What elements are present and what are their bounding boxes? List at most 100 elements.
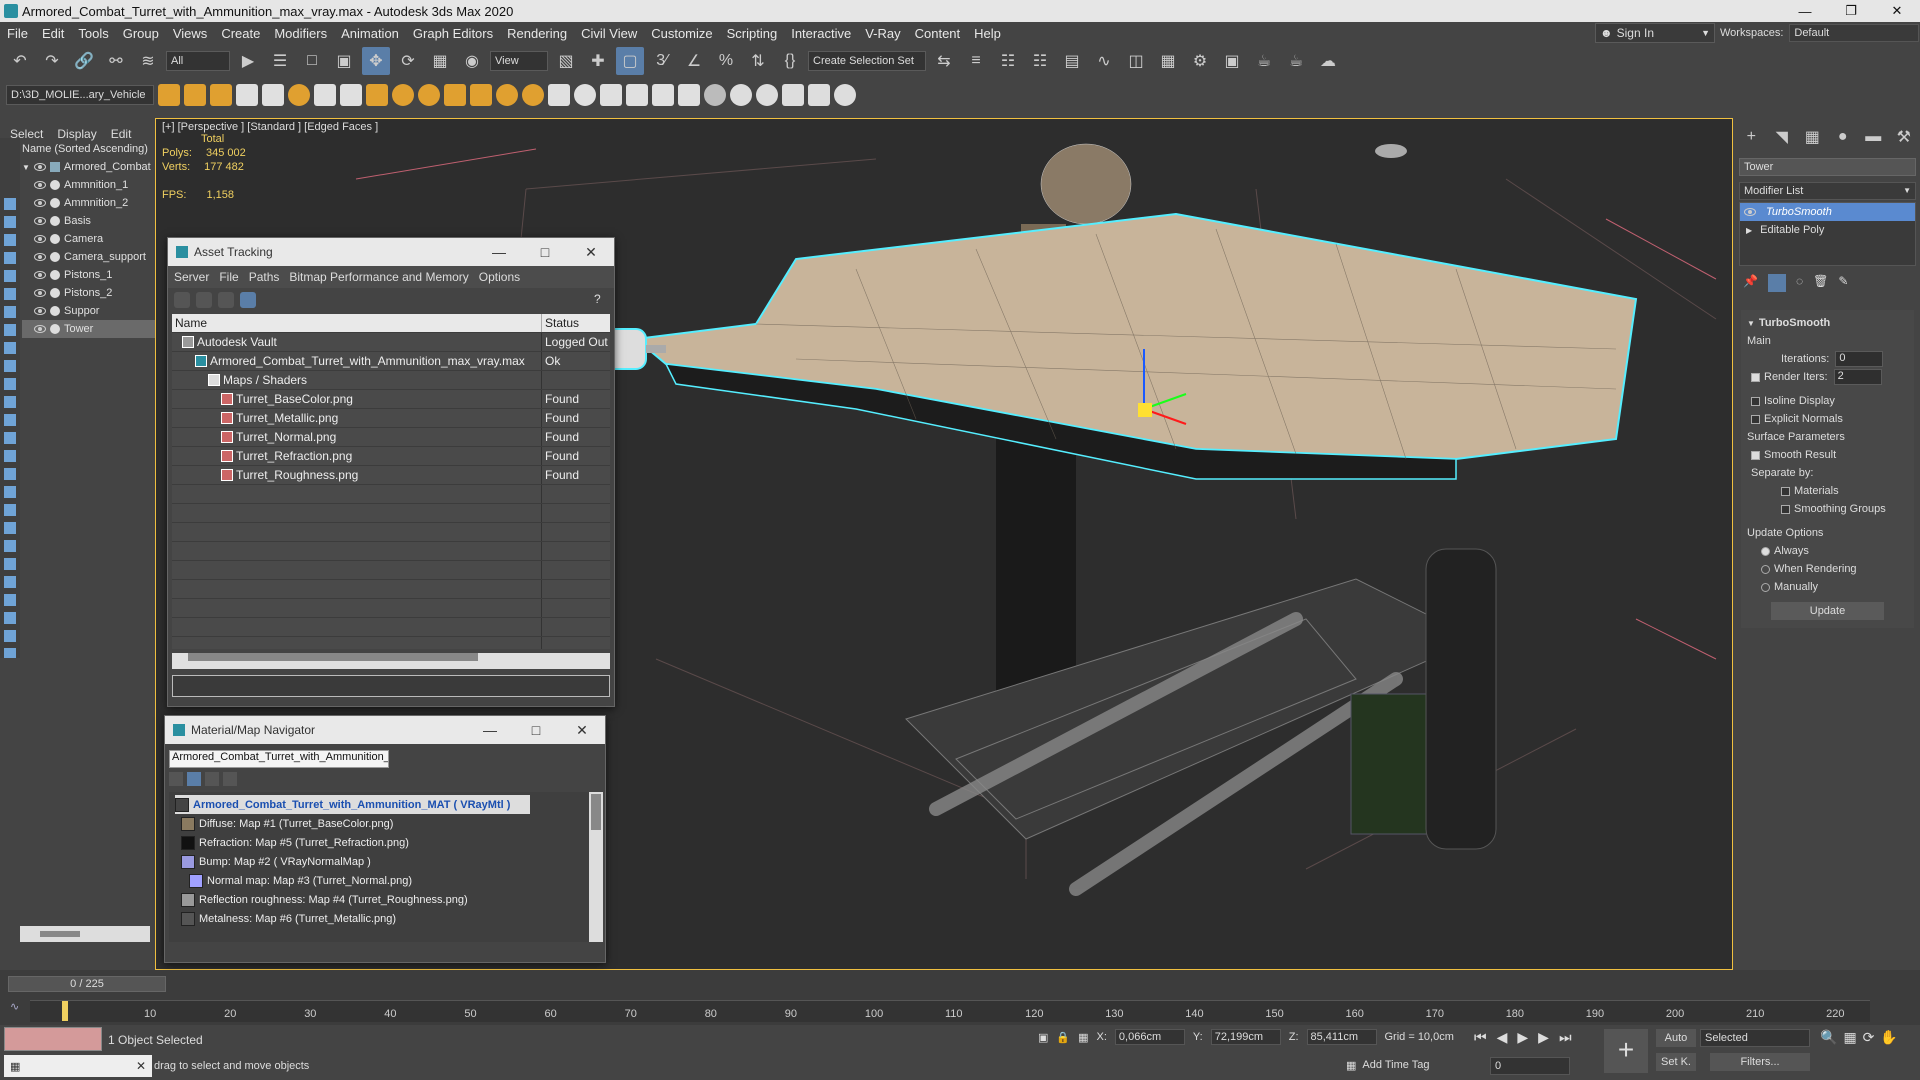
material-map-item[interactable]: Refraction: Map #5 (Turret_Refraction.pn…: [175, 833, 583, 852]
vray-sun-light-icon[interactable]: [496, 84, 518, 106]
list-icons-view-icon[interactable]: [187, 772, 201, 786]
maxscript-mini-listener[interactable]: ▦ ✕: [4, 1055, 152, 1077]
at-menu-paths[interactable]: Paths: [249, 270, 280, 284]
layer-explorer-icon[interactable]: ☷: [1026, 47, 1054, 75]
eye-icon[interactable]: [34, 181, 46, 189]
material-map-item[interactable]: Metalness: Map #6 (Turret_Metallic.png): [175, 909, 583, 928]
current-frame-marker[interactable]: [62, 1001, 68, 1021]
menu-vray[interactable]: V-Ray: [858, 26, 907, 41]
menu-group[interactable]: Group: [116, 26, 166, 41]
eye-icon[interactable]: [33, 163, 46, 171]
small-icons-view-icon[interactable]: [205, 772, 219, 786]
at-menu-server[interactable]: Server: [174, 270, 209, 284]
manually-radio[interactable]: [1761, 582, 1770, 592]
scene-item[interactable]: Camera: [22, 230, 155, 248]
motion-tab-icon[interactable]: ●: [1833, 126, 1854, 148]
vray-sky-icon[interactable]: [522, 84, 544, 106]
maximize-button[interactable]: □: [522, 244, 568, 261]
vray-sun-icon[interactable]: [184, 84, 206, 106]
materials-checkbox[interactable]: [1781, 486, 1790, 496]
material-map-item[interactable]: Normal map: Map #3 (Turret_Normal.png): [175, 871, 583, 890]
when-rendering-radio[interactable]: [1761, 564, 1770, 574]
vray-instancer-icon[interactable]: [600, 84, 622, 106]
render-iters-spinner[interactable]: 2: [1833, 369, 1882, 385]
col-name[interactable]: Name: [172, 314, 542, 332]
vray-scatter-icon[interactable]: [652, 84, 674, 106]
z-coord-field[interactable]: 85,411cm: [1306, 1029, 1377, 1045]
spinner-snap-icon[interactable]: ⇅: [744, 47, 772, 75]
vray-spot-icon[interactable]: [470, 84, 492, 106]
iterations-spinner[interactable]: 0: [1835, 351, 1884, 367]
stack-item-editable-poly[interactable]: ▶ Editable Poly: [1740, 221, 1915, 239]
menu-graph-editors[interactable]: Graph Editors: [406, 26, 500, 41]
previous-frame-icon[interactable]: ◀: [1497, 1029, 1508, 1046]
scene-item[interactable]: Ammnition_2: [22, 194, 155, 212]
view-mode-icon[interactable]: [174, 292, 190, 308]
material-name-field[interactable]: Armored_Combat_Turret_with_Ammunition_N: [169, 750, 389, 768]
absolute-mode-icon[interactable]: ▦: [1078, 1031, 1088, 1044]
menu-views[interactable]: Views: [166, 26, 214, 41]
material-map-item[interactable]: Diffuse: Map #1 (Turret_BaseColor.png): [175, 814, 583, 833]
eye-icon[interactable]: [34, 217, 46, 225]
lock-icon[interactable]: 🔒: [1056, 1031, 1070, 1044]
manipulate-icon[interactable]: ✚: [584, 47, 612, 75]
material-sphere-icon[interactable]: [704, 84, 726, 106]
vray-fur-icon[interactable]: [574, 84, 596, 106]
pin-stack-icon[interactable]: 📌: [1743, 274, 1758, 292]
key-filter-dropdown[interactable]: Selected: [1700, 1029, 1810, 1047]
at-menu-options[interactable]: Options: [479, 270, 520, 284]
material-map-item[interactable]: Reflection roughness: Map #4 (Turret_Rou…: [175, 890, 583, 909]
eye-icon[interactable]: [34, 253, 46, 261]
eye-icon[interactable]: [1744, 208, 1756, 216]
viewport-label[interactable]: [+] [Perspective ] [Standard ] [Edged Fa…: [162, 121, 378, 133]
y-coord-field[interactable]: 72,199cm: [1210, 1029, 1281, 1045]
material-map-item[interactable]: Bump: Map #2 ( VRayNormalMap ): [175, 852, 583, 871]
select-move-icon[interactable]: ✥: [362, 47, 390, 75]
configure-sets-icon[interactable]: ✎: [1838, 274, 1848, 292]
vray-mesh-light-icon[interactable]: [444, 84, 466, 106]
curve-editor-mini-icon[interactable]: ∿: [10, 1000, 19, 1013]
remove-modifier-icon[interactable]: 🗑: [1813, 274, 1828, 292]
scene-item[interactable]: Suppor: [22, 302, 155, 320]
smooth-result-checkbox[interactable]: [1751, 450, 1760, 460]
vray-light-icon[interactable]: [158, 84, 180, 106]
curve-editor-icon[interactable]: ∿: [1090, 47, 1118, 75]
scene-tree-header[interactable]: Name (Sorted Ascending): [22, 140, 155, 158]
asset-row[interactable]: Turret_Metallic.png Found: [172, 409, 610, 428]
close-icon[interactable]: ✕: [568, 244, 614, 261]
col-status[interactable]: Status: [542, 316, 610, 330]
object-name-field[interactable]: Tower: [1739, 158, 1916, 176]
eye-icon[interactable]: [34, 307, 46, 315]
pan-icon[interactable]: ✋: [1880, 1029, 1897, 1046]
scene-menu-edit[interactable]: Edit: [111, 127, 132, 141]
hierarchy-tab-icon[interactable]: ▦: [1802, 126, 1823, 148]
named-selection-set-dropdown[interactable]: Create Selection Set: [808, 51, 926, 71]
utilities-tab-icon[interactable]: ⚒: [1894, 126, 1915, 148]
material-nav-titlebar[interactable]: Material/Map Navigator — □ ✕: [165, 716, 605, 744]
unlink-icon[interactable]: ⚯: [102, 47, 130, 75]
next-frame-icon[interactable]: ▶: [1538, 1029, 1549, 1046]
close-window-button[interactable]: ✕: [1874, 0, 1920, 22]
scene-explorer-icon[interactable]: ☷: [994, 47, 1022, 75]
scene-item[interactable]: Pistons_1: [22, 266, 155, 284]
filter-icons[interactable]: [4, 198, 16, 658]
select-rotate-icon[interactable]: ⟳: [394, 47, 422, 75]
pivot-icon[interactable]: ▧: [552, 47, 580, 75]
vray-plane-icon[interactable]: [548, 84, 570, 106]
vray-teapot-icon[interactable]: [262, 84, 284, 106]
menu-animation[interactable]: Animation: [334, 26, 406, 41]
asset-row[interactable]: Turret_Roughness.png Found: [172, 466, 610, 485]
menu-scripting[interactable]: Scripting: [720, 26, 785, 41]
material-tree-scrollbar[interactable]: [589, 792, 603, 942]
percent-snap-icon[interactable]: %: [712, 47, 740, 75]
x-coord-field[interactable]: 0,066cm: [1114, 1029, 1185, 1045]
eye-icon[interactable]: [34, 199, 46, 207]
vray-logo-icon[interactable]: [834, 84, 856, 106]
scene-root[interactable]: ▼ Armored_Combat: [22, 158, 155, 176]
go-to-start-icon[interactable]: ⏮: [1474, 1029, 1487, 1046]
window-crossing-icon[interactable]: ▣: [330, 47, 358, 75]
vray-ies-icon[interactable]: [392, 84, 414, 106]
stack-item-turbosmooth[interactable]: TurboSmooth: [1740, 203, 1915, 221]
play-icon[interactable]: ▶: [1517, 1029, 1528, 1046]
update-button[interactable]: Update: [1771, 602, 1884, 620]
